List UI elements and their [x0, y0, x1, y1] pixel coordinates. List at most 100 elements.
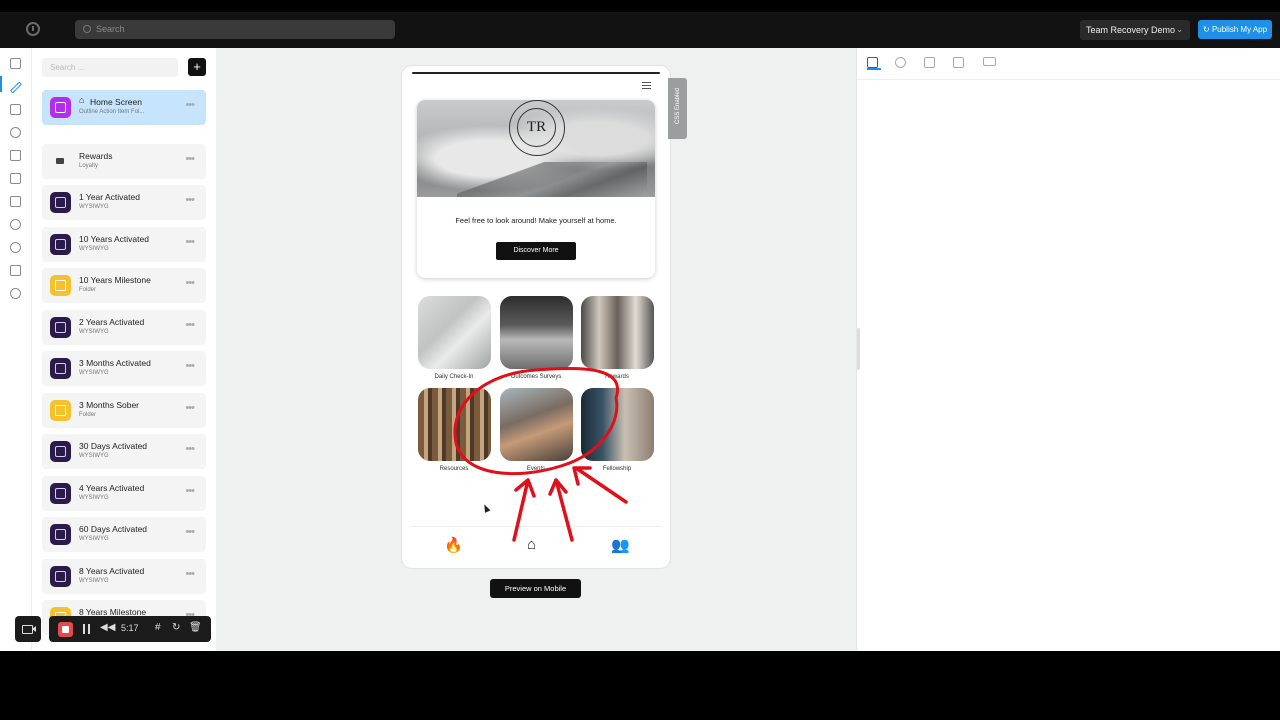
- wysiwyg-icon: [50, 192, 71, 213]
- screen-type: WYSIWYG: [79, 578, 109, 584]
- restart-icon[interactable]: ↻: [172, 622, 180, 633]
- camera-icon[interactable]: [15, 616, 41, 642]
- palette-icon: [895, 57, 906, 68]
- add-screen-button[interactable]: +: [188, 58, 206, 76]
- more-options-icon[interactable]: •••: [185, 277, 195, 289]
- screen-type: WYSIWYG: [79, 536, 109, 542]
- screen-list-item[interactable]: 10 Years Activated WYSIWYG •••: [42, 227, 206, 262]
- screen-list-item[interactable]: Rewards Loyalty •••: [42, 144, 206, 179]
- analytics-icon[interactable]: [10, 265, 21, 276]
- screen-list-item[interactable]: 2 Years Activated WYSIWYG •••: [42, 310, 206, 345]
- gear-icon[interactable]: [10, 288, 21, 299]
- screen-list-item[interactable]: ⌂ Home Screen Outline Action Item Fol... •…: [42, 90, 206, 125]
- wysiwyg-icon: [50, 358, 71, 379]
- stop-recording-button[interactable]: [58, 622, 73, 637]
- more-options-icon[interactable]: •••: [185, 236, 195, 248]
- screen-list-item[interactable]: 8 Years Activated WYSIWYG •••: [42, 559, 206, 594]
- tile-events[interactable]: [500, 388, 573, 461]
- more-options-icon[interactable]: •••: [185, 402, 195, 414]
- phone-preview: TR Feel free to look around! Make yourse…: [402, 66, 670, 568]
- publish-button[interactable]: ↻ Publish My App: [1198, 20, 1272, 39]
- screen-name: 60 Days Activated: [79, 524, 148, 534]
- tile-daily-check-in[interactable]: [418, 296, 491, 369]
- chevron-down-icon: ⌄: [1176, 25, 1183, 34]
- more-options-icon[interactable]: •••: [185, 319, 195, 331]
- more-options-icon[interactable]: •••: [185, 568, 195, 580]
- palette-icon[interactable]: [10, 127, 21, 138]
- group-icon[interactable]: 👥: [611, 536, 630, 554]
- screen-recorder-bar: ◀◀ 5:17 # ↻ 🗑: [49, 616, 211, 642]
- screen-list-item[interactable]: 3 Months Activated WYSIWYG •••: [42, 351, 206, 386]
- bell-icon[interactable]: [10, 219, 21, 230]
- more-options-icon[interactable]: •••: [185, 194, 195, 206]
- wysiwyg-icon: [50, 566, 71, 587]
- more-options-icon[interactable]: •••: [185, 526, 195, 538]
- screen-name: 10 Years Activated: [79, 234, 149, 244]
- payment-tab[interactable]: [983, 57, 999, 70]
- logo-letters: TR: [517, 108, 556, 147]
- panel-resize-handle[interactable]: [857, 328, 860, 370]
- discover-more-button[interactable]: Discover More: [496, 242, 576, 260]
- home-icon: ⌂: [79, 95, 85, 105]
- wysiwyg-icon: [50, 441, 71, 462]
- tile-rewards[interactable]: [581, 296, 654, 369]
- dashboard-icon[interactable]: [10, 58, 21, 69]
- publish-label: Publish My App: [1211, 25, 1268, 34]
- edit-tab[interactable]: [867, 57, 881, 70]
- screen-list-item[interactable]: 4 Years Activated WYSIWYG •••: [42, 476, 206, 511]
- properties-panel: [856, 48, 1280, 651]
- cart-icon[interactable]: [10, 196, 21, 207]
- screen-name: 2 Years Activated: [79, 317, 145, 327]
- tile-label: Outcomes Surveys: [510, 374, 562, 380]
- workspace-name: Team Recovery Demo: [1086, 25, 1176, 35]
- top-bar: Search Team Recovery Demo ⌄ ↻ Publish My…: [0, 12, 1280, 48]
- phone-top-bar: [412, 72, 660, 74]
- users-icon[interactable]: [10, 242, 21, 253]
- css-enabled-tab[interactable]: CSS Enabled: [668, 78, 687, 139]
- more-options-icon[interactable]: •••: [185, 360, 195, 372]
- grid-icon[interactable]: #: [155, 622, 161, 633]
- screens-search-input[interactable]: Search ...: [42, 58, 178, 77]
- screen-list-item[interactable]: 3 Months Sober Folder •••: [42, 393, 206, 428]
- tile-fellowship[interactable]: [581, 388, 654, 461]
- tile-resources[interactable]: [418, 388, 491, 461]
- screens-panel: Search ... + ⌂ Home Screen Outline Action…: [32, 48, 216, 651]
- screen-type: WYSIWYG: [79, 204, 109, 210]
- preview-on-mobile-button[interactable]: Preview on Mobile: [490, 579, 581, 598]
- tile-label: Resources: [439, 466, 469, 472]
- hamburger-menu-icon[interactable]: [642, 82, 651, 89]
- home-icon[interactable]: ⌂: [527, 536, 536, 553]
- trash-icon[interactable]: 🗑: [189, 622, 202, 633]
- flame-icon[interactable]: 🔥: [444, 536, 463, 554]
- pencil-icon[interactable]: [9, 81, 23, 94]
- more-options-icon[interactable]: •••: [185, 153, 195, 165]
- folder-icon: [50, 400, 71, 421]
- pencil-icon: [867, 57, 878, 68]
- more-options-icon[interactable]: •••: [185, 443, 195, 455]
- card-icon: [983, 57, 996, 66]
- screen-list-item[interactable]: 30 Days Activated WYSIWYG •••: [42, 434, 206, 469]
- rail-active-indicator: [0, 76, 2, 92]
- tile-outcomes-surveys[interactable]: [500, 296, 573, 369]
- style-tab[interactable]: [895, 57, 909, 70]
- screen-list-item[interactable]: 60 Days Activated WYSIWYG •••: [42, 517, 206, 552]
- pages-tab[interactable]: [924, 57, 938, 70]
- security-tab[interactable]: [953, 57, 967, 70]
- tile-label: Rewards: [605, 374, 629, 380]
- pages-icon[interactable]: [10, 104, 21, 115]
- more-options-icon[interactable]: •••: [185, 99, 195, 111]
- screen-name: Home Screen: [90, 97, 142, 107]
- screen-list-item[interactable]: 10 Years Milestone Folder •••: [42, 268, 206, 303]
- app-logo-icon[interactable]: [26, 22, 40, 36]
- lock-icon[interactable]: [10, 173, 21, 184]
- screen-list-item[interactable]: 1 Year Activated WYSIWYG •••: [42, 185, 206, 220]
- screen-name: 1 Year Activated: [79, 192, 140, 202]
- pause-icon[interactable]: [83, 624, 90, 634]
- workspace-selector[interactable]: Team Recovery Demo ⌄: [1080, 20, 1190, 40]
- store-icon[interactable]: [10, 150, 21, 161]
- properties-tabs: [857, 48, 1280, 80]
- rewind-icon[interactable]: ◀◀: [100, 622, 115, 633]
- more-options-icon[interactable]: •••: [185, 485, 195, 497]
- left-icon-rail: [0, 48, 32, 651]
- global-search-input[interactable]: Search: [75, 20, 395, 39]
